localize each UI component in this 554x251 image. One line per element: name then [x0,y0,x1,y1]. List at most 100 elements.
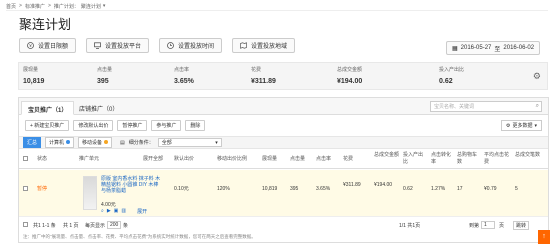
plan-actions: ¥ 设置日限额 设置投放平台 设置投放时间 设置投放地域 [19,38,296,53]
ad-group-panel: 宝贝推广（1） 店铺推广（0） 宝贝名称、关键词 ⌕ + 新建宝贝推广 修改默认… [18,97,549,243]
delete-button[interactable]: 删除 [185,120,206,131]
product-thumbnail[interactable] [83,176,97,210]
date-range-picker[interactable]: ▦ 2016-05-27 至 2016-06-02 [446,41,541,55]
footer-checkbox[interactable] [23,222,28,229]
stat-value: ¥311.89 [251,78,276,85]
header-roi[interactable]: 投入产出比 [403,152,427,166]
page-title: 聚连计划 [19,17,72,32]
search-icon[interactable]: ⌕ [536,103,539,110]
row-status: 暂停 [37,186,48,192]
header-status[interactable]: 状态 [37,156,47,163]
chevron-down-icon: ▾ [534,122,537,129]
header-ctr[interactable]: 点击率 [316,156,331,163]
scroll-top-button[interactable]: ↑ [538,230,550,244]
header-mobile-ratio[interactable]: 移动出价比例 [217,156,247,163]
search-input[interactable]: 宝贝名称、关键词 ⌕ [430,101,542,112]
tab-shop-promotion[interactable]: 店铺推广（0） [73,101,124,115]
image-icon[interactable]: ▣ [114,208,119,215]
product-name-link[interactable]: 原版 室内香水料 抹子料 木精盐锯料 小圆锥 DIY 木棒与杨茶脂蜡 [101,176,161,194]
goto-label: 到第 [469,223,480,229]
gear-icon: ⚙ [505,122,511,129]
stat-label: 花费 [251,67,262,73]
breadcrumb-home[interactable]: 首页 [6,3,16,10]
header-orders[interactable]: 总成交笔数 [515,152,541,159]
pause-button[interactable]: 暂停推广 [117,120,148,131]
select-all-checkbox[interactable] [23,156,28,164]
page-info: 1/1 共1页 [399,223,421,229]
product-price: 4.00元 [101,202,116,208]
header-cvr[interactable]: 点击转化率 [431,152,453,166]
pc-dot-icon [66,140,71,144]
clock-icon [167,42,174,49]
pagination: 共1 1-1 条 共 1 页 每页显示 200 条 1/1 共1页 到第 1 页… [19,220,548,232]
header-bid[interactable]: 默认出价 [174,156,194,163]
monitor-icon [94,42,101,49]
goto-button[interactable]: 跳转 [513,221,530,230]
trash-icon[interactable]: ▥ [121,208,126,215]
breadcrumb-sep: > [19,3,22,9]
stat-label: 点击量 [97,67,113,73]
header-cpc[interactable]: 平均点击花费 [484,152,510,166]
more-data-button[interactable]: ⚙ 更多数据 ▾ [500,120,542,131]
money-icon: ¥ [27,42,34,49]
header-carts[interactable]: 总购物车数 [457,152,479,166]
search-icon[interactable]: ⌕ [101,208,104,215]
goto-unit: 页 [499,223,505,229]
filter-pc[interactable]: 计算机 [45,137,75,148]
total-count: 共1 1-1 条 [33,223,56,229]
stat-value: 10,819 [23,78,45,85]
header-expand-all[interactable]: 展开全部 [143,156,163,163]
set-region-label: 设置投放地域 [251,44,288,50]
table-row: 暂停 原版 室内香水料 抹子料 木精盐锯料 小圆锥 DIY 木棒与杨茶脂蜡 4.… [19,170,548,217]
stats-summary: 展现量 10,819 点击量 395 点击率 3.65% 花费 ¥311.89 总成交金… [18,62,548,90]
resume-button[interactable]: 参与推广 [151,120,182,131]
table-toolbar: + 新建宝贝推广 修改默认出价 暂停推广 参与推广 删除 [25,120,206,131]
row-bid[interactable]: 0.10元 [174,186,189,193]
stat-label: 展现量 [23,67,39,73]
row-impressions: 10,819 [262,186,278,192]
stat-value: 0.62 [439,78,453,85]
chevron-down-icon: ▾ [215,139,218,146]
set-platform-button[interactable]: 设置投放平台 [86,38,150,53]
goto-input[interactable]: 1 [481,221,495,229]
set-schedule-button[interactable]: 设置投放时间 [159,38,223,53]
edit-default-bid-button[interactable]: 修改默认出价 [73,120,114,131]
plan-value: 聚连计划 [80,3,101,10]
svg-text:¥: ¥ [29,43,32,48]
filter-all[interactable]: 汇总 [23,137,42,148]
set-region-button[interactable]: 设置投放地域 [232,38,296,53]
row-mobile-ratio: 120% [217,186,230,192]
arrow-up-icon: ↑ [542,233,546,240]
settings-gear-icon[interactable]: ⚙ [533,71,541,82]
expand-link[interactable]: 展开 [137,208,147,215]
header-clicks[interactable]: 点击量 [290,156,305,163]
row-carts: 17 [457,186,463,192]
breadcrumb-ads[interactable]: 标准推广 [25,3,45,10]
row-cvr: 1.27% [431,186,446,192]
row-gmv: ¥194.00 [374,182,393,188]
stat-roi: 投入产出比 0.62 [439,66,464,85]
row-checkbox[interactable] [23,186,28,194]
search-placeholder: 宝贝名称、关键词 [434,104,475,110]
filter-mobile-label: 移动设备 [82,140,103,146]
play-icon[interactable]: ▶ [107,208,111,215]
status-select[interactable]: 全部 ▾ [157,138,222,147]
row-clicks: 395 [290,186,299,192]
header-cost[interactable]: 花费 [343,156,353,163]
header-gmv[interactable]: 总成交金额 [374,152,400,159]
filter-mobile[interactable]: 移动设备 [78,137,113,148]
map-icon [240,42,247,49]
breadcrumb-sep: > [47,3,51,9]
new-item-promotion-button[interactable]: + 新建宝贝推广 [25,120,70,131]
set-daily-limit-button[interactable]: ¥ 设置日限额 [19,38,77,53]
stat-clicks: 点击量 395 [97,66,112,85]
plan-selector[interactable]: 推广计划： 聚连计划 ▾ [54,3,106,10]
date-to: 至 [494,46,501,53]
filter-pc-label: 计算机 [49,140,65,146]
tab-item-promotion[interactable]: 宝贝推广（1） [21,101,75,115]
header-impressions[interactable]: 展现量 [262,156,277,163]
stat-ctr: 点击率 3.65% [174,66,194,85]
row-cost: ¥311.89 [343,182,361,188]
per-page-select[interactable]: 200 [107,221,122,229]
total-pages: 共 1 页 [63,223,79,229]
